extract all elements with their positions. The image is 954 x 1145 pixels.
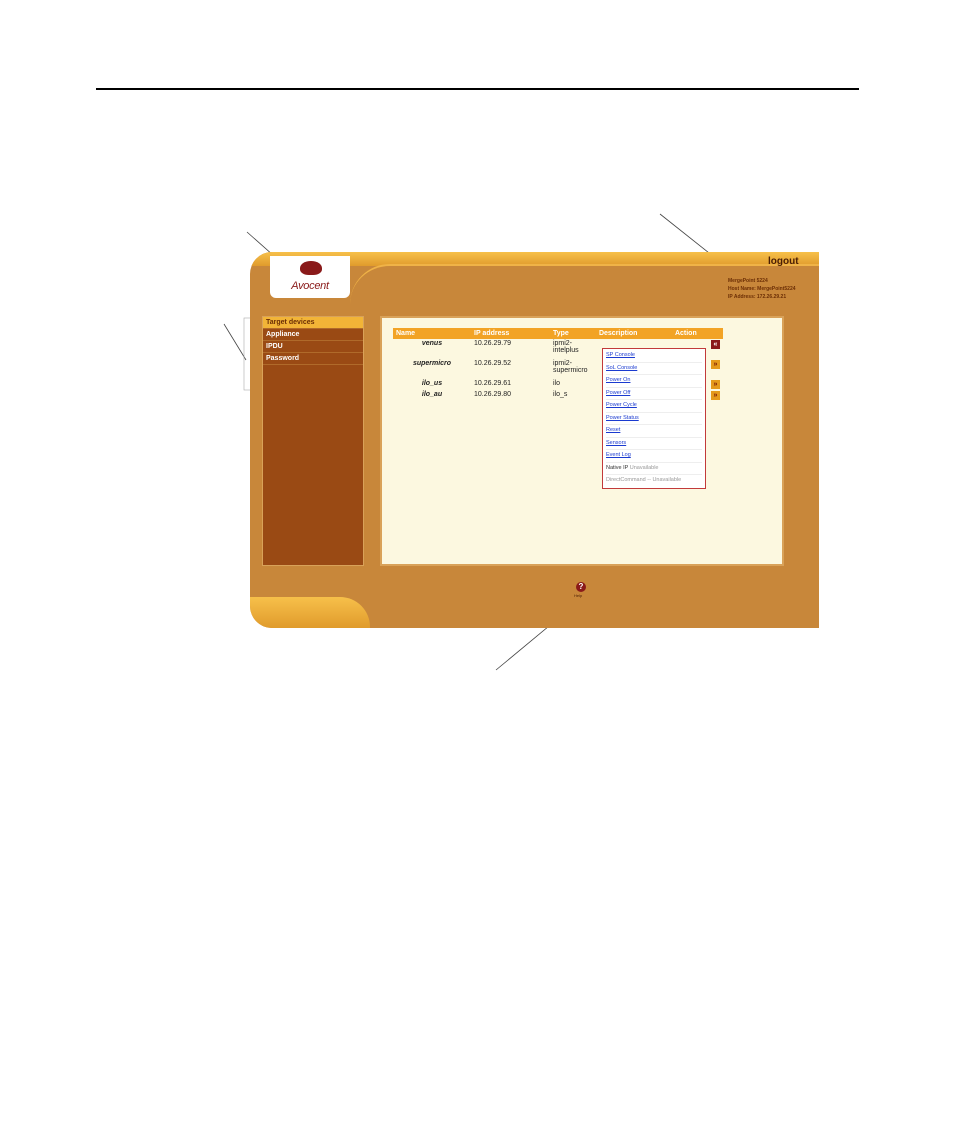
table-header-row: Name IP address Type Description Action bbox=[393, 328, 723, 339]
col-name: Name bbox=[393, 328, 471, 339]
device-ip: 10.26.29.79 bbox=[474, 340, 511, 347]
expand-arrow-icon[interactable]: » bbox=[711, 360, 720, 369]
menu-item-sensors[interactable]: Sensors bbox=[606, 438, 702, 450]
help-label[interactable]: Help bbox=[574, 593, 582, 598]
logo-text: Avocent bbox=[291, 280, 329, 292]
device-name: supermicro bbox=[412, 360, 452, 367]
menu-item-power-status[interactable]: Power Status bbox=[606, 413, 702, 425]
footer-curve bbox=[250, 597, 370, 628]
col-description: Description bbox=[595, 328, 672, 339]
logout-link[interactable]: logout bbox=[768, 256, 799, 267]
action-menu: SP Console SoL Console Power On Power Of… bbox=[602, 348, 706, 489]
menu-item-sp-console[interactable]: SP Console bbox=[606, 350, 702, 363]
sidebar: Target devices Appliance IPDU Password bbox=[262, 316, 364, 566]
menu-item-native-ip: Native IP Unavailable bbox=[606, 463, 702, 475]
main-content: Name IP address Type Description Action … bbox=[380, 316, 784, 566]
menu-item-sol-console[interactable]: SoL Console bbox=[606, 363, 702, 375]
native-ip-label: Native IP bbox=[606, 464, 629, 471]
sidebar-item-password[interactable]: Password bbox=[263, 353, 363, 365]
help-icon[interactable]: ? bbox=[576, 582, 586, 592]
menu-item-power-cycle[interactable]: Power Cycle bbox=[606, 400, 702, 413]
native-ip-status: Unavailable bbox=[629, 464, 659, 471]
sidebar-item-appliance[interactable]: Appliance bbox=[263, 329, 363, 341]
col-action: Action bbox=[671, 328, 723, 339]
col-type: Type bbox=[549, 328, 596, 339]
device-ip: 10.26.29.80 bbox=[474, 391, 511, 398]
info-ip: IP Address: 172.26.29.21 bbox=[728, 294, 787, 300]
sidebar-item-target-devices[interactable]: Target devices bbox=[263, 317, 363, 329]
menu-item-power-on[interactable]: Power On bbox=[606, 375, 702, 388]
device-type: ilo bbox=[552, 380, 560, 387]
menu-item-reset[interactable]: Reset bbox=[606, 425, 702, 438]
device-name: ilo_au bbox=[421, 391, 443, 398]
appliance-info: MergePoint 5224 Host Name: MergePoint522… bbox=[728, 277, 796, 301]
device-type: ilo_s bbox=[552, 391, 568, 398]
info-model: MergePoint 5224 bbox=[728, 278, 768, 284]
menu-item-power-off[interactable]: Power Off bbox=[606, 388, 702, 400]
menu-item-direct-command: DirectCommand -- Unavailable bbox=[606, 477, 682, 483]
app-window: Avocent logout MergePoint 5224 Host Name… bbox=[250, 252, 819, 628]
menu-item-event-log[interactable]: Event Log bbox=[606, 450, 702, 463]
expand-arrow-icon[interactable]: » bbox=[711, 380, 720, 389]
device-ip: 10.26.29.61 bbox=[474, 380, 511, 387]
callout-line-sidebar bbox=[223, 323, 247, 361]
logo-mark-icon bbox=[300, 261, 322, 275]
collapse-arrow-icon[interactable]: « bbox=[711, 340, 720, 349]
sidebar-item-ipdu[interactable]: IPDU bbox=[263, 341, 363, 353]
avocent-logo: Avocent bbox=[270, 256, 350, 298]
device-type: ipmi2-intelplus bbox=[552, 340, 579, 354]
device-type: ipmi2-supermicro bbox=[552, 360, 588, 374]
device-ip: 10.26.29.52 bbox=[474, 360, 511, 367]
col-ip: IP address bbox=[471, 328, 550, 339]
info-hostname: Host Name: MergePoint5224 bbox=[728, 286, 796, 292]
device-name: venus bbox=[421, 340, 443, 347]
device-name: ilo_us bbox=[421, 380, 443, 387]
expand-arrow-icon[interactable]: » bbox=[711, 391, 720, 400]
